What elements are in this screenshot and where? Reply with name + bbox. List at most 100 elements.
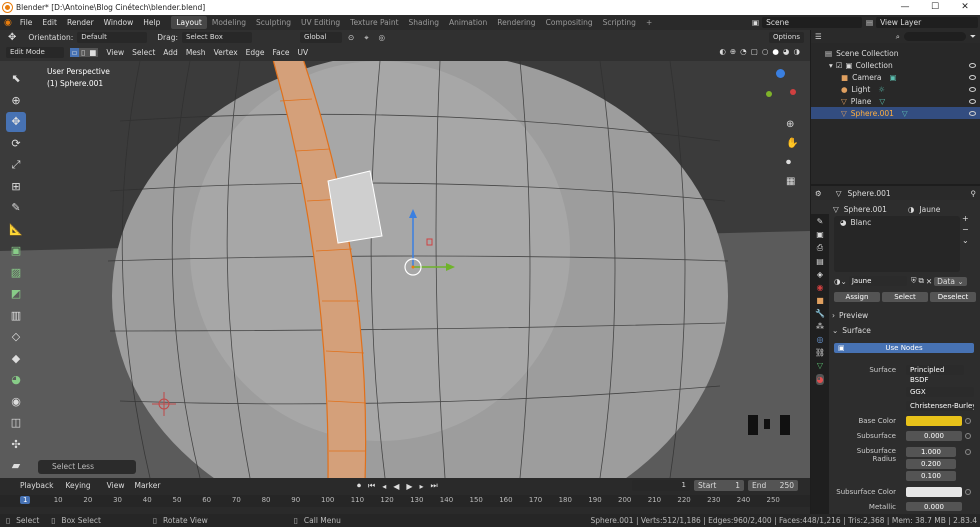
subsurface-socket-icon[interactable]: [965, 433, 971, 439]
slot-remove-icon[interactable]: −: [962, 225, 969, 234]
data-tab-icon[interactable]: ▽: [817, 361, 823, 370]
base-color-swatch[interactable]: [906, 416, 962, 426]
face-select-icon[interactable]: ■: [87, 48, 99, 57]
annotate-tool-icon[interactable]: ✎: [6, 198, 26, 218]
start-frame-field[interactable]: Start 1: [694, 480, 744, 491]
blender-menu-icon[interactable]: ◉: [4, 18, 12, 28]
outliner-funnel-icon[interactable]: ⏷: [970, 32, 976, 42]
link-dropdown[interactable]: Data ⌄: [934, 276, 967, 286]
material-slot-label[interactable]: Blanc: [851, 218, 872, 227]
spin-tool-icon[interactable]: ◕: [6, 370, 26, 390]
subsurface-color-socket-icon[interactable]: [965, 489, 971, 495]
scene-name[interactable]: Scene: [762, 17, 862, 28]
shading-rendered-icon[interactable]: ◑: [793, 47, 800, 56]
subsurface-color-swatch[interactable]: [906, 487, 962, 497]
axis-z-icon[interactable]: [776, 69, 785, 78]
play-reverse-icon[interactable]: ◀: [393, 482, 399, 491]
fake-user-icon[interactable]: ⛨: [911, 276, 917, 286]
distribution-dropdown[interactable]: GGX: [906, 387, 974, 397]
knife-tool-icon[interactable]: ◇: [6, 327, 26, 347]
subsurface-field[interactable]: 0.000: [906, 431, 962, 441]
jump-start-icon[interactable]: ⏮: [368, 481, 375, 491]
material-name-field[interactable]: Jaune: [848, 276, 907, 286]
modifier-tab-icon[interactable]: 🔧: [815, 309, 825, 318]
outliner-item-sphere[interactable]: ▽ Sphere.001 ▽: [811, 107, 980, 119]
menu-help[interactable]: Help: [138, 18, 165, 27]
tab-shading[interactable]: Shading: [404, 16, 444, 29]
loop-cut-tool-icon[interactable]: ▥: [6, 305, 26, 325]
slot-add-icon[interactable]: +: [962, 214, 969, 223]
menu-render[interactable]: Render: [62, 18, 99, 27]
material-browse-icon[interactable]: ◑⌄: [834, 277, 847, 286]
subsurface-radius-y[interactable]: 0.200: [906, 459, 956, 469]
minimize-icon[interactable]: —: [890, 0, 920, 15]
output-tab-icon[interactable]: ⎙: [817, 243, 823, 253]
ortho-grid-icon[interactable]: ▦: [786, 176, 798, 187]
camera-visibility-icon[interactable]: [969, 74, 976, 80]
inset-tool-icon[interactable]: ▨: [6, 262, 26, 282]
unlink-material-icon[interactable]: ✕: [926, 277, 932, 286]
last-operator-panel[interactable]: Select Less: [38, 460, 136, 474]
menu-edit[interactable]: Edit: [37, 18, 62, 27]
frame-ruler[interactable]: 1 10 20 30 40 50 60 70 80 90 100 110 120 130 140 150 160…: [0, 495, 810, 507]
subsurface-radius-socket-icon[interactable]: [965, 449, 971, 455]
gizmo-icon[interactable]: ⊕: [730, 47, 736, 56]
viewport-visibility-icon[interactable]: ◐: [719, 47, 726, 56]
properties-editor-icon[interactable]: ⚙: [815, 189, 822, 198]
sss-method-dropdown[interactable]: Christensen-Burley: [906, 401, 974, 411]
cursor-tool-icon[interactable]: ⊕: [6, 90, 26, 110]
measure-tool-icon[interactable]: 📐: [6, 219, 26, 239]
3d-viewport[interactable]: User Perspective (1) Sphere.001 Select L…: [0, 61, 810, 478]
scene-tab-icon[interactable]: ◈: [817, 270, 823, 279]
next-key-icon[interactable]: ▸: [420, 482, 424, 491]
axis-x-icon[interactable]: [790, 89, 796, 95]
subsurface-radius-z[interactable]: 0.100: [906, 471, 956, 481]
constraints-tab-icon[interactable]: ⛓: [815, 348, 825, 357]
menu-add[interactable]: Add: [163, 48, 178, 57]
outliner-item-plane[interactable]: ▽ Plane ▽: [811, 95, 980, 107]
metallic-field[interactable]: 0.000: [906, 502, 962, 511]
outliner-filter-icon[interactable]: ⌕: [896, 32, 900, 42]
menu-uv[interactable]: UV: [298, 48, 309, 57]
tab-texture-paint[interactable]: Texture Paint: [345, 16, 403, 29]
select-tool-icon[interactable]: ⬉: [6, 69, 26, 89]
options-dropdown[interactable]: Options: [768, 32, 804, 43]
physics-tab-icon[interactable]: ◎: [817, 335, 824, 344]
pan-hand-icon[interactable]: ✋: [786, 138, 798, 149]
outliner-editor-icon[interactable]: ☰: [815, 32, 822, 41]
outliner-collection[interactable]: ▾ ☑ ▣ Collection: [811, 59, 980, 71]
assign-button[interactable]: Assign: [834, 292, 880, 302]
outliner-scene-collection[interactable]: ▤ Scene Collection: [811, 47, 980, 59]
camera-view-icon[interactable]: ⏺: [786, 157, 798, 168]
tab-layout[interactable]: Layout: [171, 16, 207, 29]
transform-tool-icon[interactable]: ✥: [8, 32, 16, 43]
timeline-menu-keying[interactable]: Keying: [65, 481, 90, 490]
select-button[interactable]: Select: [882, 292, 928, 302]
slot-menu-icon[interactable]: ⌄: [962, 236, 969, 245]
preview-panel-header[interactable]: › Preview: [832, 311, 868, 320]
view-layer-tab-icon[interactable]: ▤: [816, 257, 824, 266]
scale-tool-icon[interactable]: ⤢: [6, 155, 26, 175]
shear-tool-icon[interactable]: ▰: [6, 456, 26, 476]
snap-icon[interactable]: ⌖: [364, 33, 368, 43]
menu-mesh[interactable]: Mesh: [186, 48, 206, 57]
menu-vertex[interactable]: Vertex: [214, 48, 238, 57]
render-tab-icon[interactable]: ▣: [816, 230, 824, 239]
tab-uv-editing[interactable]: UV Editing: [296, 16, 345, 29]
shading-solid-icon[interactable]: ●: [772, 47, 779, 56]
menu-edge[interactable]: Edge: [246, 48, 265, 57]
menu-select[interactable]: Select: [132, 48, 155, 57]
menu-file[interactable]: File: [15, 18, 38, 27]
material-slot-list[interactable]: ◕ Blanc: [834, 216, 960, 272]
edge-select-icon[interactable]: ▯: [79, 48, 88, 57]
smooth-tool-icon[interactable]: ◉: [6, 391, 26, 411]
surface-panel-header[interactable]: ⌄ Surface: [832, 326, 871, 335]
play-icon[interactable]: ▶: [406, 482, 412, 491]
end-frame-field[interactable]: End 250: [748, 480, 798, 491]
overlay-icon[interactable]: ◔: [740, 47, 747, 56]
light-visibility-icon[interactable]: [969, 86, 976, 92]
bevel-tool-icon[interactable]: ◩: [6, 284, 26, 304]
use-nodes-button[interactable]: ▣ Use Nodes: [834, 343, 974, 353]
edge-slide-tool-icon[interactable]: ◫: [6, 413, 26, 433]
sphere-visibility-icon[interactable]: [969, 110, 976, 116]
